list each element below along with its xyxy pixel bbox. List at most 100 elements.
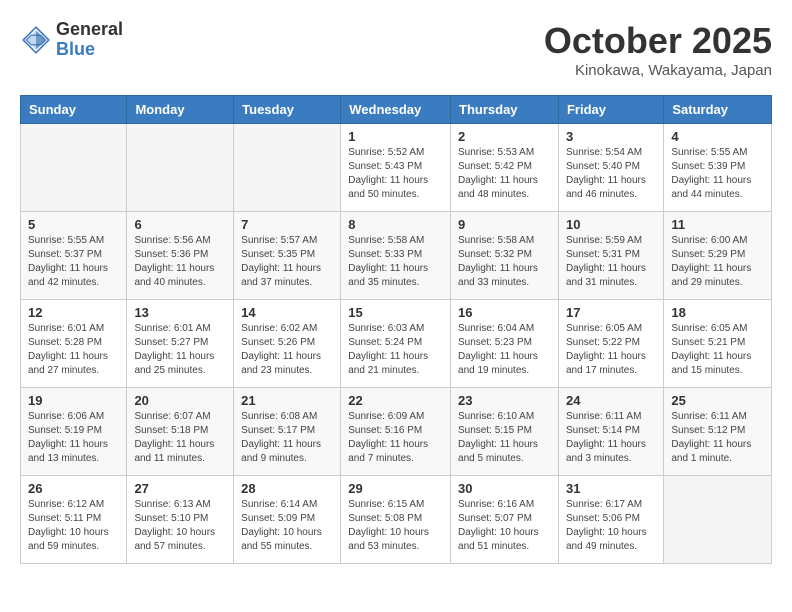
day-cell bbox=[127, 124, 234, 212]
day-number: 17 bbox=[566, 305, 656, 320]
day-info: Sunrise: 6:13 AM Sunset: 5:10 PM Dayligh… bbox=[134, 498, 226, 554]
day-info: Sunrise: 6:09 AM Sunset: 5:16 PM Dayligh… bbox=[348, 410, 443, 466]
day-number: 31 bbox=[566, 481, 656, 496]
day-info: Sunrise: 6:11 AM Sunset: 5:14 PM Dayligh… bbox=[566, 410, 656, 466]
logo-icon bbox=[20, 24, 52, 56]
day-cell bbox=[234, 124, 341, 212]
day-number: 7 bbox=[241, 217, 333, 232]
logo: General Blue bbox=[20, 20, 123, 60]
day-cell bbox=[664, 476, 772, 564]
day-cell: 6Sunrise: 5:56 AM Sunset: 5:36 PM Daylig… bbox=[127, 212, 234, 300]
day-number: 11 bbox=[671, 217, 764, 232]
day-cell: 2 Sunrise: 5:53 AM Sunset: 5:42 PM Daylig… bbox=[451, 124, 559, 212]
week-row-4: 19 Sunrise: 6:06 AM Sunset: 5:19 PM Dayli… bbox=[21, 388, 772, 476]
day-info: Sunrise: 5:59 AM Sunset: 5:31 PM Dayligh… bbox=[566, 234, 656, 290]
day-cell: 4Sunrise: 5:55 AM Sunset: 5:39 PM Daylig… bbox=[664, 124, 772, 212]
day-info: Sunrise: 6:12 AM Sunset: 5:11 PM Dayligh… bbox=[28, 498, 119, 554]
day-info: Sunrise: 6:14 AM Sunset: 5:09 PM Dayligh… bbox=[241, 498, 333, 554]
day-info: Sunrise: 6:06 AM Sunset: 5:19 PM Dayligh… bbox=[28, 410, 119, 466]
day-number: 12 bbox=[28, 305, 119, 320]
day-cell: 31 Sunrise: 6:17 AM Sunset: 5:06 PM Dayli… bbox=[558, 476, 663, 564]
day-info: Sunrise: 6:16 AM Sunset: 5:07 PM Dayligh… bbox=[458, 498, 551, 554]
day-info: Sunrise: 6:11 AM Sunset: 5:12 PM Dayligh… bbox=[671, 410, 764, 466]
day-info: Sunrise: 5:53 AM Sunset: 5:42 PM Dayligh… bbox=[458, 146, 551, 202]
month-title: October 2025 bbox=[544, 20, 772, 62]
day-number: 29 bbox=[348, 481, 443, 496]
day-cell: 14 Sunrise: 6:02 AM Sunset: 5:26 PM Dayli… bbox=[234, 300, 341, 388]
day-number: 10 bbox=[566, 217, 656, 232]
day-cell: 22 Sunrise: 6:09 AM Sunset: 5:16 PM Dayli… bbox=[341, 388, 451, 476]
day-cell bbox=[21, 124, 127, 212]
day-info: Sunrise: 6:08 AM Sunset: 5:17 PM Dayligh… bbox=[241, 410, 333, 466]
day-cell: 27Sunrise: 6:13 AM Sunset: 5:10 PM Dayli… bbox=[127, 476, 234, 564]
logo-text: General Blue bbox=[56, 20, 123, 60]
location-text: Kinokawa, Wakayama, Japan bbox=[544, 62, 772, 79]
day-info: Sunrise: 6:02 AM Sunset: 5:26 PM Dayligh… bbox=[241, 322, 333, 378]
day-cell: 21 Sunrise: 6:08 AM Sunset: 5:17 PM Dayli… bbox=[234, 388, 341, 476]
day-cell: 23 Sunrise: 6:10 AM Sunset: 5:15 PM Dayli… bbox=[451, 388, 559, 476]
day-info: Sunrise: 6:17 AM Sunset: 5:06 PM Dayligh… bbox=[566, 498, 656, 554]
day-info: Sunrise: 5:54 AM Sunset: 5:40 PM Dayligh… bbox=[566, 146, 656, 202]
day-cell: 18Sunrise: 6:05 AM Sunset: 5:21 PM Dayli… bbox=[664, 300, 772, 388]
day-number: 6 bbox=[134, 217, 226, 232]
day-number: 23 bbox=[458, 393, 551, 408]
day-info: Sunrise: 6:10 AM Sunset: 5:15 PM Dayligh… bbox=[458, 410, 551, 466]
logo-blue-text: Blue bbox=[56, 40, 123, 60]
day-number: 22 bbox=[348, 393, 443, 408]
title-block: October 2025 Kinokawa, Wakayama, Japan bbox=[544, 20, 772, 79]
day-info: Sunrise: 6:01 AM Sunset: 5:27 PM Dayligh… bbox=[134, 322, 226, 378]
day-number: 28 bbox=[241, 481, 333, 496]
day-cell: 10 Sunrise: 5:59 AM Sunset: 5:31 PM Dayli… bbox=[558, 212, 663, 300]
weekday-header-friday: Friday bbox=[558, 96, 663, 124]
day-cell: 16 Sunrise: 6:04 AM Sunset: 5:23 PM Dayli… bbox=[451, 300, 559, 388]
day-number: 16 bbox=[458, 305, 551, 320]
day-info: Sunrise: 6:04 AM Sunset: 5:23 PM Dayligh… bbox=[458, 322, 551, 378]
day-cell: 5 Sunrise: 5:55 AM Sunset: 5:37 PM Daylig… bbox=[21, 212, 127, 300]
day-number: 8 bbox=[348, 217, 443, 232]
day-number: 15 bbox=[348, 305, 443, 320]
day-number: 20 bbox=[134, 393, 226, 408]
day-number: 1 bbox=[348, 129, 443, 144]
day-cell: 3 Sunrise: 5:54 AM Sunset: 5:40 PM Daylig… bbox=[558, 124, 663, 212]
day-info: Sunrise: 5:57 AM Sunset: 5:35 PM Dayligh… bbox=[241, 234, 333, 290]
week-row-2: 5 Sunrise: 5:55 AM Sunset: 5:37 PM Daylig… bbox=[21, 212, 772, 300]
weekday-header-thursday: Thursday bbox=[451, 96, 559, 124]
weekday-header-sunday: Sunday bbox=[21, 96, 127, 124]
day-cell: 7 Sunrise: 5:57 AM Sunset: 5:35 PM Daylig… bbox=[234, 212, 341, 300]
weekday-header-tuesday: Tuesday bbox=[234, 96, 341, 124]
day-cell: 25Sunrise: 6:11 AM Sunset: 5:12 PM Dayli… bbox=[664, 388, 772, 476]
day-info: Sunrise: 5:52 AM Sunset: 5:43 PM Dayligh… bbox=[348, 146, 443, 202]
logo-general-text: General bbox=[56, 20, 123, 40]
day-cell: 15Sunrise: 6:03 AM Sunset: 5:24 PM Dayli… bbox=[341, 300, 451, 388]
day-number: 3 bbox=[566, 129, 656, 144]
day-number: 5 bbox=[28, 217, 119, 232]
weekday-header-wednesday: Wednesday bbox=[341, 96, 451, 124]
day-cell: 26 Sunrise: 6:12 AM Sunset: 5:11 PM Dayli… bbox=[21, 476, 127, 564]
day-number: 19 bbox=[28, 393, 119, 408]
day-cell: 17Sunrise: 6:05 AM Sunset: 5:22 PM Dayli… bbox=[558, 300, 663, 388]
day-number: 4 bbox=[671, 129, 764, 144]
day-cell: 24 Sunrise: 6:11 AM Sunset: 5:14 PM Dayli… bbox=[558, 388, 663, 476]
week-row-1: 1 Sunrise: 5:52 AM Sunset: 5:43 PM Daylig… bbox=[21, 124, 772, 212]
day-number: 21 bbox=[241, 393, 333, 408]
calendar-table: SundayMondayTuesdayWednesdayThursdayFrid… bbox=[20, 95, 772, 564]
day-cell: 11Sunrise: 6:00 AM Sunset: 5:29 PM Dayli… bbox=[664, 212, 772, 300]
day-number: 24 bbox=[566, 393, 656, 408]
day-number: 13 bbox=[134, 305, 226, 320]
day-info: Sunrise: 6:15 AM Sunset: 5:08 PM Dayligh… bbox=[348, 498, 443, 554]
day-cell: 13 Sunrise: 6:01 AM Sunset: 5:27 PM Dayli… bbox=[127, 300, 234, 388]
day-cell: 19 Sunrise: 6:06 AM Sunset: 5:19 PM Dayli… bbox=[21, 388, 127, 476]
day-number: 2 bbox=[458, 129, 551, 144]
weekday-header-saturday: Saturday bbox=[664, 96, 772, 124]
week-row-5: 26 Sunrise: 6:12 AM Sunset: 5:11 PM Dayli… bbox=[21, 476, 772, 564]
day-number: 30 bbox=[458, 481, 551, 496]
weekday-header-row: SundayMondayTuesdayWednesdayThursdayFrid… bbox=[21, 96, 772, 124]
week-row-3: 12Sunrise: 6:01 AM Sunset: 5:28 PM Dayli… bbox=[21, 300, 772, 388]
day-info: Sunrise: 5:55 AM Sunset: 5:37 PM Dayligh… bbox=[28, 234, 119, 290]
day-cell: 28 Sunrise: 6:14 AM Sunset: 5:09 PM Dayli… bbox=[234, 476, 341, 564]
day-number: 9 bbox=[458, 217, 551, 232]
day-number: 14 bbox=[241, 305, 333, 320]
day-cell: 29 Sunrise: 6:15 AM Sunset: 5:08 PM Dayli… bbox=[341, 476, 451, 564]
day-info: Sunrise: 5:58 AM Sunset: 5:33 PM Dayligh… bbox=[348, 234, 443, 290]
day-number: 26 bbox=[28, 481, 119, 496]
